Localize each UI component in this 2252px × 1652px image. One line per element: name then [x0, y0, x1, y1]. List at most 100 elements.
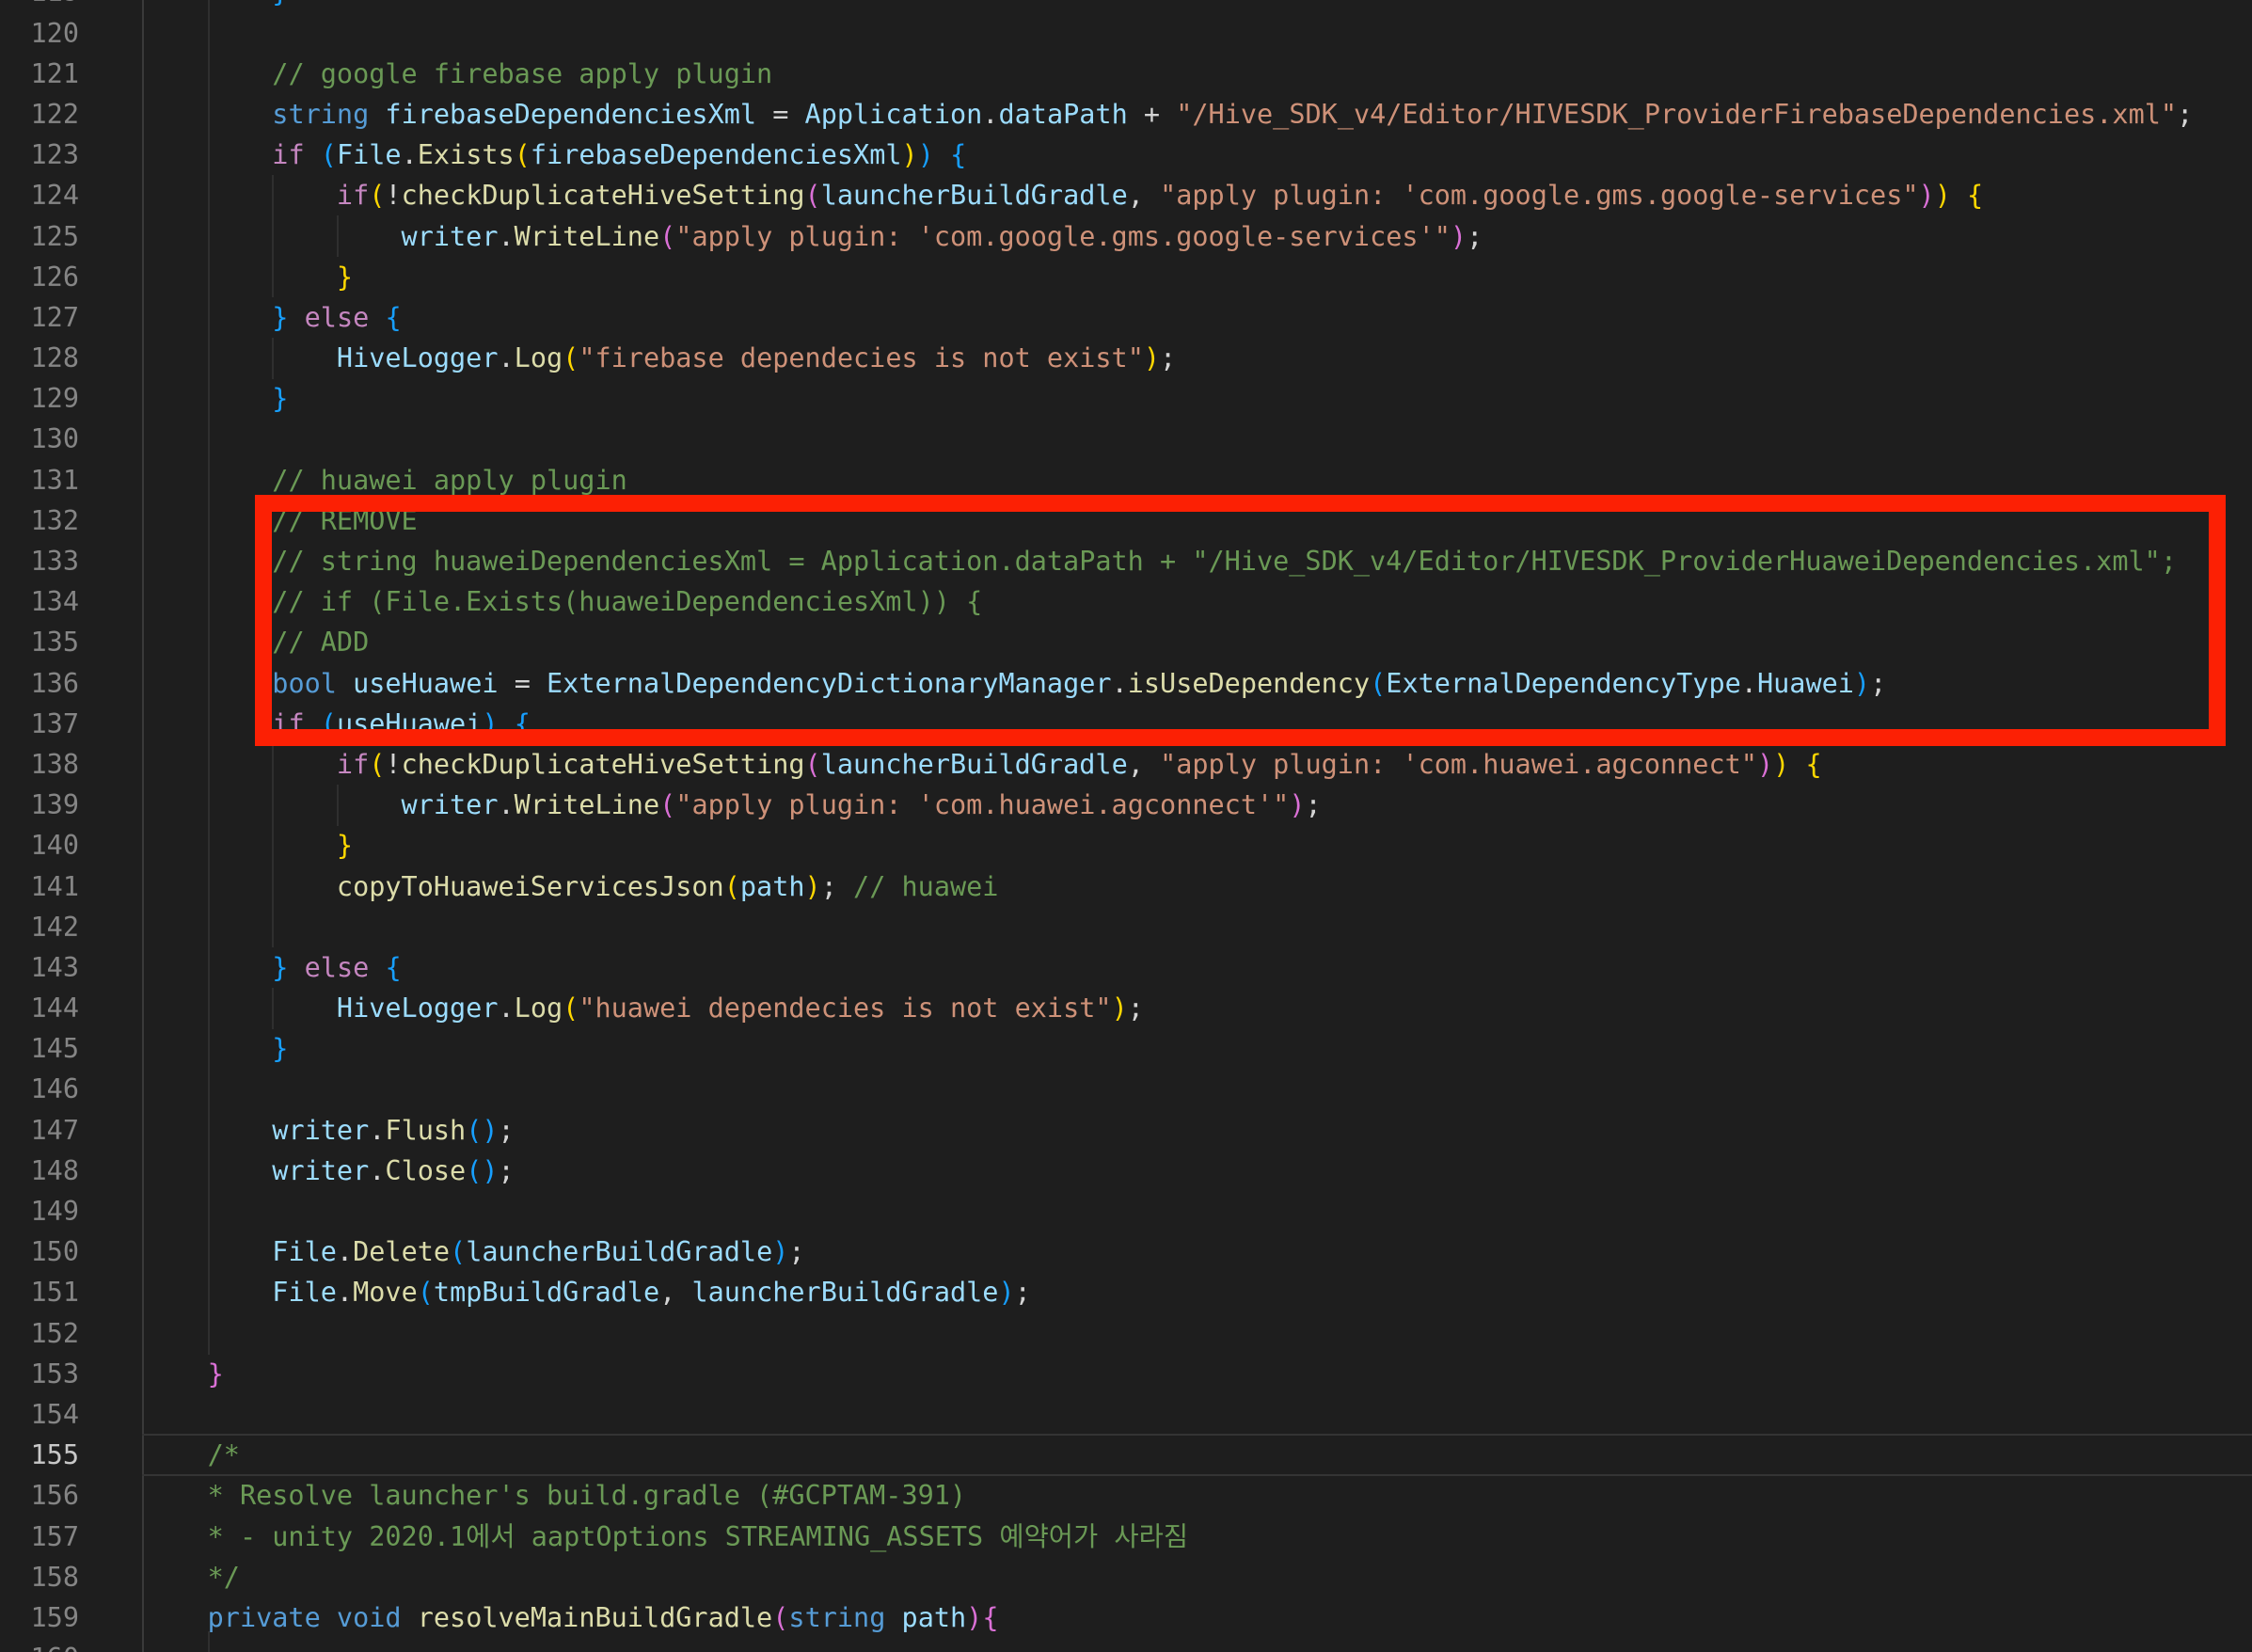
- line-number[interactable]: 146: [0, 1069, 79, 1109]
- code-line[interactable]: 123 if (File.Exists(firebaseDependencies…: [0, 135, 2252, 175]
- code-text[interactable]: bool useHuawei = ExternalDependencyDicti…: [143, 668, 1886, 699]
- line-number[interactable]: 128: [0, 338, 79, 378]
- code-line[interactable]: 130: [0, 419, 2252, 459]
- code-text[interactable]: } else {: [143, 952, 402, 983]
- code-text[interactable]: if (File.Exists(firebaseDependenciesXml)…: [143, 139, 966, 170]
- code-text[interactable]: writer.Close();: [143, 1155, 515, 1186]
- code-text[interactable]: /*: [143, 1439, 240, 1470]
- line-number[interactable]: 144: [0, 988, 79, 1028]
- code-line[interactable]: 133 // string huaweiDependenciesXml = Ap…: [0, 541, 2252, 581]
- line-number[interactable]: 134: [0, 581, 79, 622]
- code-line[interactable]: 119 }: [0, 0, 2252, 13]
- line-number[interactable]: 145: [0, 1028, 79, 1069]
- line-number[interactable]: 136: [0, 663, 79, 704]
- code-text[interactable]: }: [143, 0, 288, 8]
- code-text[interactable]: if(!checkDuplicateHiveSetting(launcherBu…: [143, 749, 1822, 780]
- line-number[interactable]: 160: [0, 1638, 79, 1652]
- line-number[interactable]: 130: [0, 419, 79, 459]
- line-number[interactable]: 158: [0, 1557, 79, 1597]
- line-number[interactable]: 131: [0, 460, 79, 500]
- code-line[interactable]: 152: [0, 1313, 2252, 1354]
- code-line[interactable]: 138 if(!checkDuplicateHiveSetting(launch…: [0, 744, 2252, 785]
- code-text[interactable]: writer.WriteLine("apply plugin: 'com.goo…: [143, 221, 1483, 252]
- line-number[interactable]: 139: [0, 785, 79, 825]
- line-number[interactable]: 140: [0, 825, 79, 866]
- code-text[interactable]: * - unity 2020.1에서 aaptOptions STREAMING…: [143, 1521, 1188, 1552]
- line-number[interactable]: 156: [0, 1475, 79, 1516]
- code-text[interactable]: HiveLogger.Log("huawei dependecies is no…: [143, 993, 1144, 1024]
- line-number[interactable]: 129: [0, 378, 79, 419]
- code-line[interactable]: 135 // ADD: [0, 622, 2252, 662]
- line-number[interactable]: 149: [0, 1191, 79, 1231]
- code-text[interactable]: // ADD: [143, 627, 369, 658]
- code-line[interactable]: 132 // REMOVE: [0, 500, 2252, 541]
- code-line[interactable]: 145 }: [0, 1028, 2252, 1069]
- code-text[interactable]: // if (File.Exists(huaweiDependenciesXml…: [143, 586, 982, 617]
- line-number[interactable]: 124: [0, 175, 79, 215]
- code-text[interactable]: string firebaseDependenciesXml = Applica…: [143, 99, 2193, 130]
- code-line[interactable]: 122 string firebaseDependenciesXml = App…: [0, 94, 2252, 135]
- code-text[interactable]: }: [143, 1358, 224, 1390]
- code-line[interactable]: 151 File.Move(tmpBuildGradle, launcherBu…: [0, 1272, 2252, 1312]
- code-line[interactable]: 153 }: [0, 1354, 2252, 1394]
- line-number[interactable]: 137: [0, 704, 79, 744]
- line-number[interactable]: 135: [0, 622, 79, 662]
- code-line[interactable]: 121 // google firebase apply plugin: [0, 54, 2252, 94]
- code-line[interactable]: 156 * Resolve launcher's build.gradle (#…: [0, 1475, 2252, 1516]
- code-text[interactable]: // google firebase apply plugin: [143, 58, 772, 89]
- code-text[interactable]: if (useHuawei) {: [143, 708, 531, 739]
- line-number[interactable]: 155: [0, 1435, 79, 1475]
- code-text[interactable]: // string huaweiDependenciesXml = Applic…: [143, 546, 2177, 577]
- code-line[interactable]: 140 }: [0, 825, 2252, 866]
- code-line[interactable]: 136 bool useHuawei = ExternalDependencyD…: [0, 663, 2252, 704]
- code-line[interactable]: 142: [0, 907, 2252, 947]
- code-line[interactable]: 131 // huawei apply plugin: [0, 460, 2252, 500]
- line-number[interactable]: 142: [0, 907, 79, 947]
- code-line[interactable]: 148 writer.Close();: [0, 1151, 2252, 1191]
- code-line[interactable]: 155 /*: [0, 1435, 2252, 1475]
- code-line[interactable]: 139 writer.WriteLine("apply plugin: 'com…: [0, 785, 2252, 825]
- code-line[interactable]: 120: [0, 13, 2252, 54]
- code-line[interactable]: 143 } else {: [0, 947, 2252, 988]
- code-text[interactable]: // huawei apply plugin: [143, 465, 627, 496]
- line-number[interactable]: 133: [0, 541, 79, 581]
- line-number[interactable]: 121: [0, 54, 79, 94]
- line-number[interactable]: 154: [0, 1394, 79, 1435]
- code-text[interactable]: }: [143, 383, 288, 414]
- code-text[interactable]: // REMOVE: [143, 505, 418, 536]
- code-line[interactable]: 154: [0, 1394, 2252, 1435]
- code-line[interactable]: 157 * - unity 2020.1에서 aaptOptions STREA…: [0, 1517, 2252, 1557]
- code-line[interactable]: 158 */: [0, 1557, 2252, 1597]
- code-line[interactable]: 128 HiveLogger.Log("firebase dependecies…: [0, 338, 2252, 378]
- line-number[interactable]: 148: [0, 1151, 79, 1191]
- line-number[interactable]: 119: [0, 0, 79, 13]
- line-number[interactable]: 120: [0, 13, 79, 54]
- code-text[interactable]: }: [143, 1033, 288, 1064]
- code-line[interactable]: 150 File.Delete(launcherBuildGradle);: [0, 1231, 2252, 1272]
- code-line[interactable]: 160: [0, 1638, 2252, 1652]
- line-number[interactable]: 127: [0, 297, 79, 338]
- code-line[interactable]: 159 private void resolveMainBuildGradle(…: [0, 1597, 2252, 1638]
- line-number[interactable]: 151: [0, 1272, 79, 1312]
- line-number[interactable]: 153: [0, 1354, 79, 1394]
- line-number[interactable]: 132: [0, 500, 79, 541]
- code-line[interactable]: 127 } else {: [0, 297, 2252, 338]
- line-number[interactable]: 123: [0, 135, 79, 175]
- code-text[interactable]: }: [143, 830, 353, 861]
- code-line[interactable]: 124 if(!checkDuplicateHiveSetting(launch…: [0, 175, 2252, 215]
- code-text[interactable]: copyToHuaweiServicesJson(path); // huawe…: [143, 871, 998, 902]
- code-text[interactable]: if(!checkDuplicateHiveSetting(launcherBu…: [143, 180, 1983, 211]
- code-line[interactable]: 129 }: [0, 378, 2252, 419]
- code-text[interactable]: private void resolveMainBuildGradle(stri…: [143, 1602, 999, 1633]
- line-number[interactable]: 141: [0, 866, 79, 907]
- code-text[interactable]: writer.WriteLine("apply plugin: 'com.hua…: [143, 789, 1322, 820]
- code-line[interactable]: 126 }: [0, 257, 2252, 297]
- code-text[interactable]: writer.Flush();: [143, 1115, 515, 1146]
- line-number[interactable]: 125: [0, 216, 79, 257]
- line-number[interactable]: 143: [0, 947, 79, 988]
- code-line[interactable]: 125 writer.WriteLine("apply plugin: 'com…: [0, 216, 2252, 257]
- code-line[interactable]: 149: [0, 1191, 2252, 1231]
- code-text[interactable]: File.Move(tmpBuildGradle, launcherBuildG…: [143, 1277, 1031, 1308]
- code-text[interactable]: File.Delete(launcherBuildGradle);: [143, 1236, 805, 1267]
- line-number[interactable]: 152: [0, 1313, 79, 1354]
